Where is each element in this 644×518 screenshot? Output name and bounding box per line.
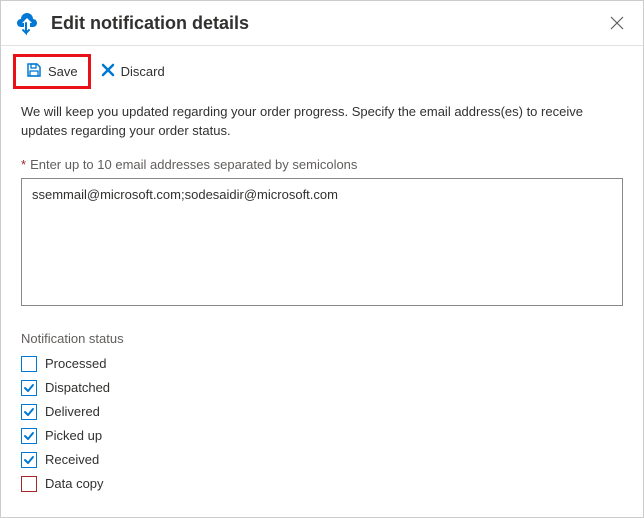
save-icon [26,62,42,81]
status-item-label: Received [45,452,99,467]
save-highlight: Save [13,54,91,89]
email-field-label: *Enter up to 10 email addresses separate… [21,157,623,172]
required-asterisk: * [21,157,26,172]
description-text: We will keep you updated regarding your … [21,103,623,141]
status-checkbox[interactable] [21,356,37,372]
status-item-label: Dispatched [45,380,110,395]
save-button[interactable]: Save [16,57,88,86]
close-icon [610,16,624,30]
notification-status-list: Processed Dispatched Delivered Picked up Rec… [21,356,623,492]
status-row: Received [21,452,623,468]
close-button[interactable] [603,9,631,37]
discard-label: Discard [121,64,165,79]
discard-icon [101,63,115,80]
save-label: Save [48,64,78,79]
status-checkbox[interactable] [21,380,37,396]
cloud-arrow-icon [13,9,41,37]
checkmark-icon [23,406,35,418]
checkmark-icon [23,430,35,442]
panel-header: Edit notification details [1,1,643,46]
status-item-label: Processed [45,356,106,371]
checkmark-icon [23,382,35,394]
status-row: Picked up [21,428,623,444]
panel-title: Edit notification details [51,13,603,34]
status-checkbox[interactable] [21,452,37,468]
status-row: Delivered [21,404,623,420]
status-row: Dispatched [21,380,623,396]
email-addresses-input[interactable] [21,178,623,306]
status-item-label: Delivered [45,404,100,419]
status-checkbox[interactable] [21,428,37,444]
content-area: We will keep you updated regarding your … [1,99,643,492]
status-row: Processed [21,356,623,372]
status-checkbox[interactable] [21,476,37,492]
notification-status-label: Notification status [21,331,623,346]
status-item-label: Picked up [45,428,102,443]
checkmark-icon [23,454,35,466]
discard-button[interactable]: Discard [93,57,173,86]
status-checkbox[interactable] [21,404,37,420]
status-item-label: Data copy [45,476,104,491]
status-row: Data copy [21,476,623,492]
toolbar: Save Discard [1,46,643,99]
